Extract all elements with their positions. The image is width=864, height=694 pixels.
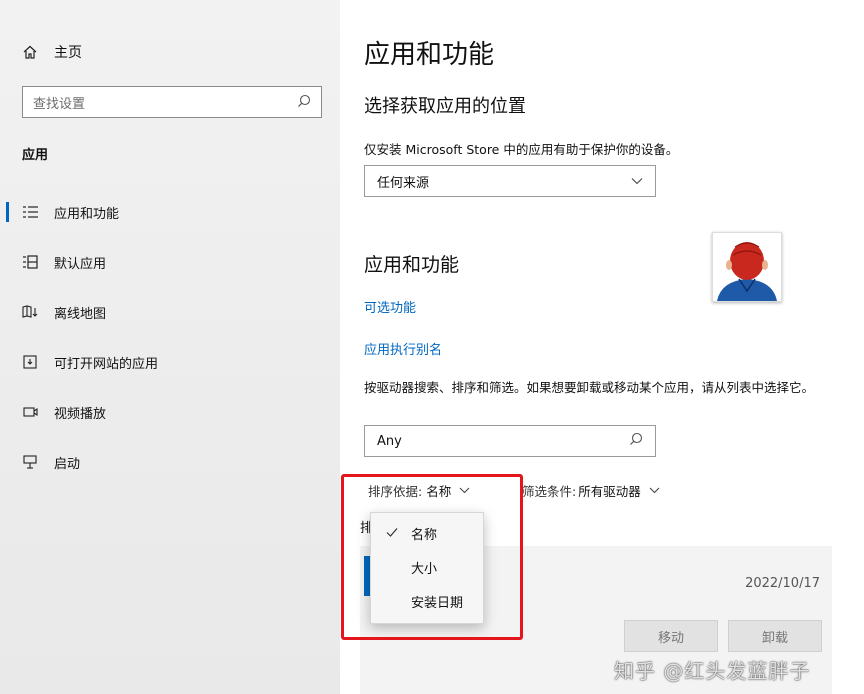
home-nav-item[interactable]: 主页: [22, 42, 82, 62]
sidebar-item-startup[interactable]: 启动: [0, 442, 340, 482]
choose-location-heading: 选择获取应用的位置: [364, 96, 526, 117]
home-icon: [22, 44, 38, 60]
filter-by-label: 筛选条件:: [522, 484, 577, 499]
sidebar-item-label: 可打开网站的应用: [54, 356, 159, 372]
app-search-input[interactable]: Any: [364, 425, 656, 457]
chevron-down-icon: [631, 174, 643, 189]
sidebar-item-label: 启动: [54, 456, 81, 472]
page-title: 应用和功能: [364, 40, 495, 70]
default-apps-icon: [22, 255, 38, 269]
video-playback-icon: [22, 406, 38, 418]
watermark-text: 知乎 @红头发蓝胖子: [614, 659, 811, 683]
apps-features-icon: [22, 205, 38, 219]
home-label: 主页: [54, 45, 82, 61]
filter-by-value: 所有驱动器: [578, 484, 641, 499]
app-source-value: 任何来源: [377, 175, 430, 191]
choose-location-description: 仅安装 Microsoft Store 中的应用有助于保护你的设备。: [364, 142, 679, 157]
settings-search-input[interactable]: 查找设置: [22, 86, 322, 118]
sidebar-item-default-apps[interactable]: 默认应用: [0, 242, 340, 282]
sidebar-item-label: 离线地图: [54, 306, 107, 322]
sidebar-item-label: 应用和功能: [54, 206, 120, 222]
search-sort-filter-description: 按驱动器搜索、排序和筛选。如果想要卸载或移动某个应用，请从列表中选择它。: [364, 380, 815, 395]
search-icon: [629, 432, 643, 450]
search-icon: [297, 93, 311, 112]
sidebar-item-offline-maps[interactable]: 离线地图: [0, 292, 340, 332]
startup-icon: [22, 455, 38, 469]
sidebar-item-apps-for-websites[interactable]: 可打开网站的应用: [0, 342, 340, 382]
user-avatar-image: [712, 232, 782, 302]
optional-features-link[interactable]: 可选功能: [364, 297, 416, 316]
app-source-select[interactable]: 任何来源: [364, 165, 656, 197]
move-button[interactable]: 移动: [624, 620, 718, 652]
section-title: 应用: [22, 148, 49, 163]
apps-features-heading: 应用和功能: [364, 254, 460, 276]
search-placeholder: 查找设置: [33, 96, 86, 112]
app-install-date: 2022/10/17: [745, 576, 820, 591]
chevron-down-icon: [649, 484, 660, 497]
app-execution-alias-link[interactable]: 应用执行别名: [364, 339, 442, 358]
offline-maps-icon: [22, 305, 38, 319]
app-search-value: Any: [377, 433, 402, 449]
sidebar-item-label: 默认应用: [54, 256, 107, 272]
settings-sidebar: 主页 查找设置 应用 应用和功能 默认应用 离线地图 可打开网站的应用 视频播放…: [0, 0, 340, 694]
filter-by-dropdown[interactable]: 筛选条件: 所有驱动器: [522, 481, 660, 500]
sidebar-item-video-playback[interactable]: 视频播放: [0, 392, 340, 432]
sidebar-item-label: 视频播放: [54, 406, 107, 422]
uninstall-button[interactable]: 卸载: [728, 620, 822, 652]
sidebar-item-apps-features[interactable]: 应用和功能: [0, 192, 340, 232]
red-highlight-box: [341, 474, 523, 640]
apps-for-websites-icon: [22, 355, 38, 369]
